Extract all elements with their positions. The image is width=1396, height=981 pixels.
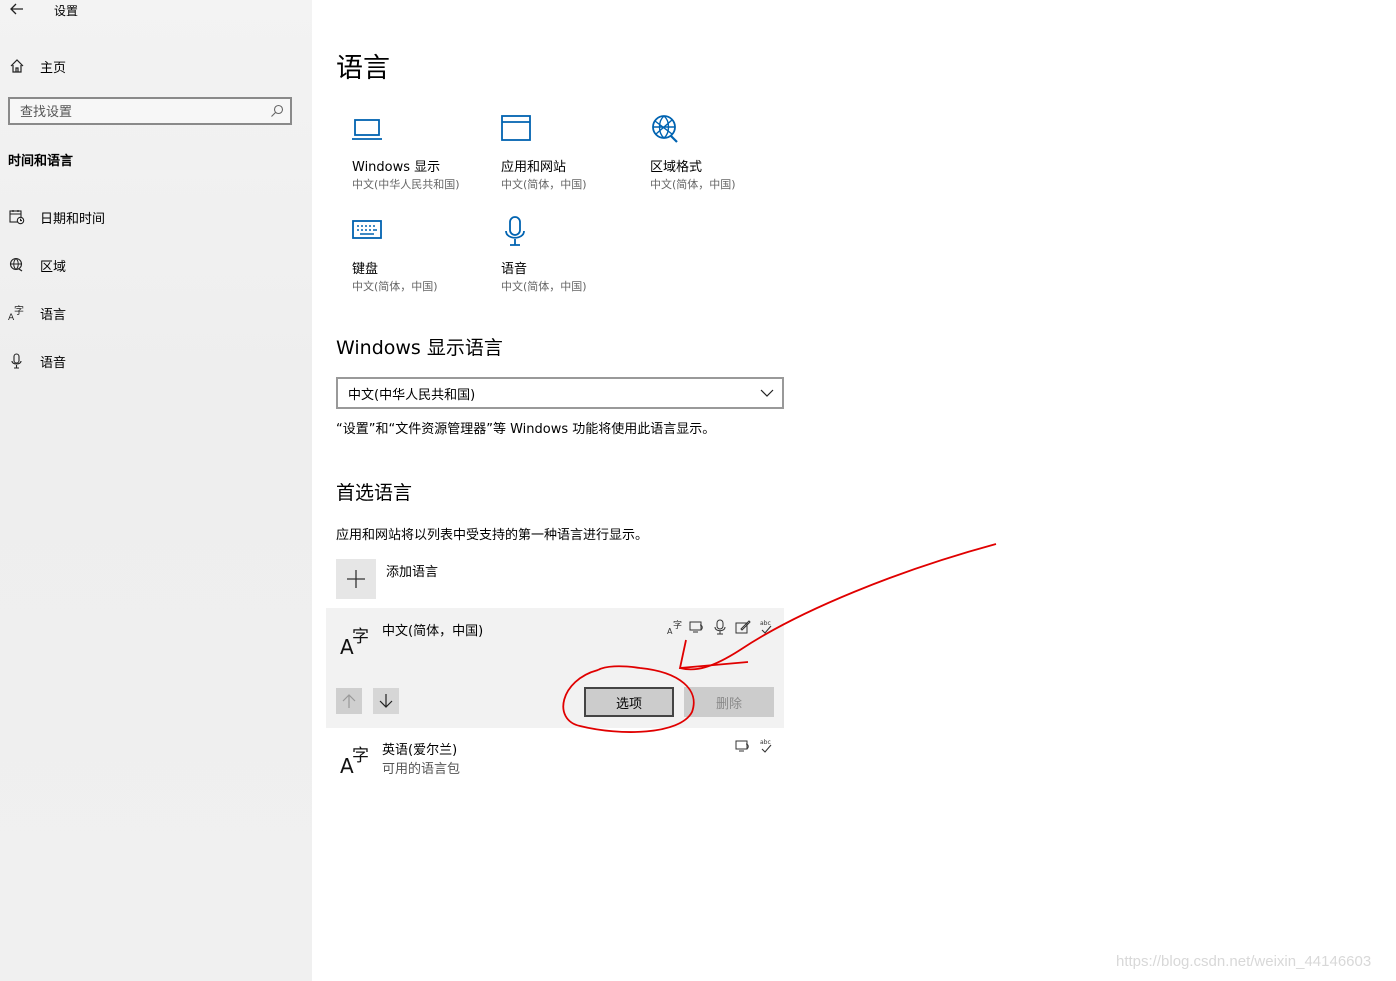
tile-title: 语音 <box>501 262 528 277</box>
language-glyph-icon: A 字 <box>340 627 369 656</box>
move-down-button[interactable] <box>373 688 399 714</box>
calendar-clock-icon <box>9 210 25 225</box>
options-button[interactable]: 选项 <box>584 687 674 717</box>
sidebar: 设置 主页 时间和语言 日期和时间 区域 A <box>0 0 312 981</box>
window-icon <box>501 115 531 141</box>
spellcheck-icon: abc <box>760 620 772 634</box>
tile-subtitle: 中文(简体，中国) <box>352 280 438 293</box>
add-language-button[interactable] <box>336 559 376 599</box>
app-title: 设置 <box>54 4 79 18</box>
keyboard-icon <box>352 220 382 239</box>
laptop-icon <box>352 119 382 140</box>
page-title: 语言 <box>336 53 390 84</box>
tile-keyboard[interactable]: 键盘 中文(简体，中国) <box>352 216 492 306</box>
arrow-down-icon <box>379 694 393 708</box>
svg-text:abc: abc <box>760 620 771 627</box>
sidebar-item-label: 日期和时间 <box>40 211 106 227</box>
section-title: 时间和语言 <box>8 154 74 169</box>
sidebar-item-label: 语音 <box>40 355 67 371</box>
globe-icon <box>9 257 23 272</box>
sidebar-item-label: 区域 <box>40 259 67 275</box>
svg-text:字: 字 <box>673 619 682 631</box>
tile-subtitle: 中文(中华人民共和国) <box>352 178 460 191</box>
tile-title: Windows 显示 <box>352 160 441 175</box>
sidebar-item-date-time[interactable]: 日期和时间 <box>0 202 312 232</box>
language-status: 可用的语言包 <box>382 762 461 777</box>
home-icon <box>10 59 24 73</box>
svg-text:字: 字 <box>352 627 369 647</box>
search-input[interactable] <box>20 103 260 121</box>
chevron-down-icon <box>760 389 774 397</box>
globe-icon <box>652 115 678 143</box>
dropdown-value: 中文(中华人民共和国) <box>348 388 476 403</box>
arrow-up-icon <box>342 694 356 708</box>
search-icon[interactable] <box>270 104 284 118</box>
text-to-speech-icon <box>735 740 749 752</box>
tile-speech[interactable]: 语音 中文(简体，中国) <box>501 216 641 306</box>
tile-apps-websites[interactable]: 应用和网站 中文(简体，中国) <box>501 114 641 204</box>
tile-title: 键盘 <box>352 262 379 277</box>
display-language-icon: A 字 <box>667 619 682 635</box>
svg-text:字: 字 <box>14 304 24 317</box>
tile-subtitle: 中文(简体，中国) <box>501 280 587 293</box>
preferred-languages-note: 应用和网站将以列表中受支持的第一种语言进行显示。 <box>336 528 649 543</box>
preferred-languages-heading: 首选语言 <box>336 482 413 504</box>
search-field[interactable] <box>8 97 292 125</box>
display-language-dropdown[interactable]: 中文(中华人民共和国) <box>336 377 784 409</box>
remove-button[interactable]: 删除 <box>684 687 774 717</box>
text-to-speech-icon <box>689 621 703 633</box>
tile-windows-display[interactable]: Windows 显示 中文(中华人民共和国) <box>352 114 492 204</box>
watermark: https://blog.csdn.net/weixin_44146603 <box>1116 953 1372 970</box>
svg-text:字: 字 <box>352 746 369 766</box>
language-name: 中文(简体，中国) <box>382 624 484 639</box>
language-icon: A 字 <box>8 304 24 322</box>
microphone-icon <box>11 353 22 369</box>
sidebar-item-home[interactable]: 主页 <box>0 51 312 81</box>
sidebar-item-label: 语言 <box>40 307 67 323</box>
tile-subtitle: 中文(简体，中国) <box>501 178 587 191</box>
back-arrow-icon[interactable] <box>8 0 26 18</box>
tile-title: 应用和网站 <box>501 160 567 175</box>
title-bar: 设置 <box>0 0 312 22</box>
display-language-note: “设置”和“文件资源管理器”等 Windows 功能将使用此语言显示。 <box>336 422 716 437</box>
sidebar-item-region[interactable]: 区域 <box>0 250 312 280</box>
microphone-icon <box>505 216 525 246</box>
spellcheck-icon: abc <box>760 739 772 753</box>
language-glyph-icon: A 字 <box>340 746 369 775</box>
sidebar-item-label: 主页 <box>40 60 67 76</box>
language-name[interactable]: 英语(爱尔兰) <box>382 739 457 758</box>
speech-recognition-icon <box>714 619 726 635</box>
sidebar-item-speech[interactable]: 语音 <box>0 346 312 376</box>
tile-title: 区域格式 <box>650 160 703 175</box>
svg-text:abc: abc <box>760 739 771 746</box>
plus-icon <box>347 570 365 588</box>
sidebar-item-language[interactable]: A 字 语言 <box>0 298 312 328</box>
tile-subtitle: 中文(简体，中国) <box>650 178 736 191</box>
move-up-button[interactable] <box>336 688 362 714</box>
display-language-heading: Windows 显示语言 <box>336 337 503 359</box>
add-language-label[interactable]: 添加语言 <box>386 561 438 580</box>
tile-regional-format[interactable]: 区域格式 中文(简体，中国) <box>650 114 790 204</box>
handwriting-icon <box>735 620 751 634</box>
